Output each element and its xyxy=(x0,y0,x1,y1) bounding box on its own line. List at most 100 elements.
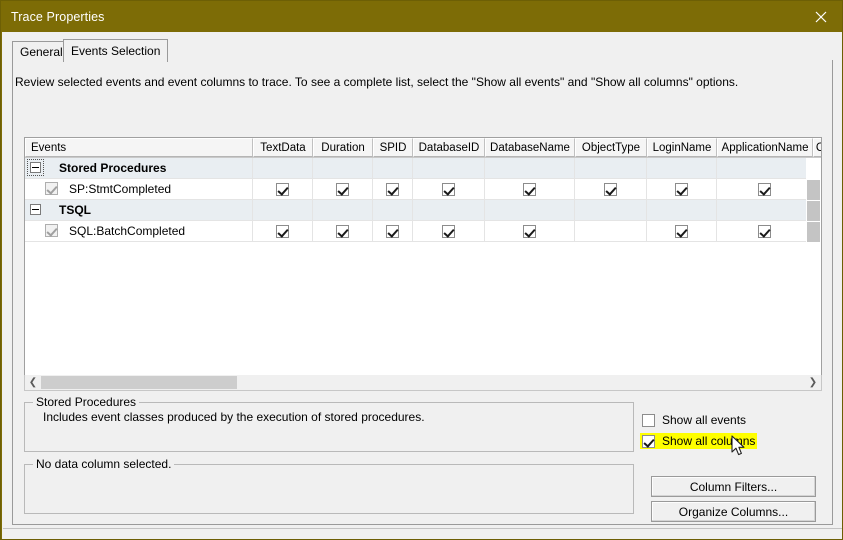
events-grid[interactable]: Events TextData Duration SPID DatabaseID Data… xyxy=(24,137,822,389)
event-group-label: Stored Procedures xyxy=(59,161,167,175)
column-header-label: TextData xyxy=(260,141,306,154)
event-column-cell[interactable] xyxy=(575,200,647,220)
close-icon[interactable] xyxy=(798,1,842,32)
column-selected-checkbox[interactable] xyxy=(276,182,289,196)
column-selected-checkbox[interactable] xyxy=(523,224,536,238)
events-grid-header: Events TextData Duration SPID DatabaseID Data… xyxy=(25,138,821,158)
column-selected-checkbox[interactable] xyxy=(386,224,399,238)
event-column-cell[interactable] xyxy=(717,179,813,199)
column-header-c[interactable]: C xyxy=(813,138,821,157)
show-all-events-option[interactable]: Show all events xyxy=(642,413,746,427)
events-grid-horizontal-scrollbar[interactable]: ❮ ❯ xyxy=(24,375,822,391)
event-column-cell[interactable] xyxy=(485,158,575,178)
column-header-databaseid[interactable]: DatabaseID xyxy=(413,138,485,157)
events-grid-vertical-scrollbar[interactable] xyxy=(806,158,821,369)
event-column-cell[interactable] xyxy=(575,221,647,241)
event-column-cell[interactable] xyxy=(647,179,717,199)
column-header-events[interactable]: Events xyxy=(25,138,253,157)
column-selected-checkbox[interactable] xyxy=(523,182,536,196)
column-selected-checkbox[interactable] xyxy=(675,224,688,238)
event-column-cell[interactable] xyxy=(647,221,717,241)
event-column-cell[interactable] xyxy=(717,221,813,241)
vscroll-thumb[interactable] xyxy=(807,180,820,200)
column-selected-checkbox[interactable] xyxy=(336,182,349,196)
event-enabled-checkbox[interactable] xyxy=(45,182,58,195)
event-column-cell[interactable] xyxy=(485,179,575,199)
show-all-columns-label: Show all columns xyxy=(662,434,756,448)
event-column-cell[interactable] xyxy=(373,221,413,241)
tab-general[interactable]: General xyxy=(12,41,71,61)
show-all-columns-option[interactable]: Show all columns xyxy=(640,433,758,449)
chevron-right-icon[interactable]: ❯ xyxy=(805,375,821,389)
tab-events-selection-label: Events Selection xyxy=(71,44,161,58)
column-header-loginname[interactable]: LoginName xyxy=(647,138,717,157)
column-header-label: SPID xyxy=(379,141,407,154)
organize-columns-label: Organize Columns... xyxy=(678,504,789,519)
event-column-cell[interactable] xyxy=(647,200,717,220)
vscroll-thumb[interactable] xyxy=(807,201,820,221)
event-column-cell[interactable] xyxy=(717,200,813,220)
column-header-label: Duration xyxy=(321,141,365,154)
dialog-client-area: General Events Selection Review selected… xyxy=(2,32,842,539)
event-column-cell[interactable] xyxy=(413,179,485,199)
title-bar[interactable]: Trace Properties xyxy=(1,1,842,32)
column-selected-checkbox[interactable] xyxy=(758,182,771,196)
event-column-cell[interactable] xyxy=(373,158,413,178)
event-column-cell[interactable] xyxy=(373,179,413,199)
chevron-left-icon[interactable]: ❮ xyxy=(25,375,41,389)
column-filters-label: Column Filters... xyxy=(689,479,778,494)
column-selected-checkbox[interactable] xyxy=(758,224,771,238)
event-name-cell[interactable]: TSQL xyxy=(25,200,253,220)
event-enabled-checkbox[interactable] xyxy=(45,224,58,237)
event-column-cell[interactable] xyxy=(253,221,313,241)
column-selected-checkbox[interactable] xyxy=(675,182,688,196)
show-all-events-checkbox[interactable] xyxy=(642,413,655,427)
show-all-columns-checkbox[interactable] xyxy=(642,434,655,448)
event-row[interactable]: SQL:BatchCompleted xyxy=(25,221,821,242)
event-column-cell[interactable] xyxy=(485,221,575,241)
event-column-cell[interactable] xyxy=(485,200,575,220)
event-name-cell[interactable]: Stored Procedures xyxy=(25,158,253,178)
vscroll-thumb[interactable] xyxy=(807,222,820,242)
column-header-applicationname[interactable]: ApplicationName xyxy=(717,138,813,157)
event-column-cell[interactable] xyxy=(313,200,373,220)
event-name-cell[interactable]: SP:StmtCompleted xyxy=(25,179,253,199)
expand-collapse-icon[interactable] xyxy=(30,162,41,173)
event-name-cell[interactable]: SQL:BatchCompleted xyxy=(25,221,253,241)
column-filters-button[interactable]: Column Filters... xyxy=(651,476,816,497)
column-header-spid[interactable]: SPID xyxy=(373,138,413,157)
column-selected-checkbox[interactable] xyxy=(276,224,289,238)
column-selected-checkbox[interactable] xyxy=(442,182,455,196)
column-selected-checkbox[interactable] xyxy=(386,182,399,196)
event-column-cell[interactable] xyxy=(413,221,485,241)
organize-columns-button[interactable]: Organize Columns... xyxy=(651,501,816,522)
event-column-cell[interactable] xyxy=(373,200,413,220)
expand-collapse-icon[interactable] xyxy=(30,204,41,215)
event-column-cell[interactable] xyxy=(313,158,373,178)
event-column-cell[interactable] xyxy=(253,200,313,220)
event-column-cell[interactable] xyxy=(253,158,313,178)
column-selected-checkbox[interactable] xyxy=(604,182,617,196)
column-header-objecttype[interactable]: ObjectType xyxy=(575,138,647,157)
column-selected-checkbox[interactable] xyxy=(336,224,349,238)
column-header-textdata[interactable]: TextData xyxy=(253,138,313,157)
event-column-cell[interactable] xyxy=(717,158,813,178)
column-description-title: No data column selected. xyxy=(33,457,175,471)
event-row[interactable]: SP:StmtCompleted xyxy=(25,179,821,200)
event-column-cell[interactable] xyxy=(413,200,485,220)
event-column-cell[interactable] xyxy=(313,179,373,199)
event-group-row[interactable]: Stored Procedures xyxy=(25,158,821,179)
event-column-cell[interactable] xyxy=(413,158,485,178)
event-column-cell[interactable] xyxy=(647,158,717,178)
event-column-cell[interactable] xyxy=(313,221,373,241)
tab-events-selection[interactable]: Events Selection xyxy=(63,39,169,62)
event-group-row[interactable]: TSQL xyxy=(25,200,821,221)
event-column-cell[interactable] xyxy=(575,179,647,199)
column-selected-checkbox[interactable] xyxy=(442,224,455,238)
event-column-cell[interactable] xyxy=(575,158,647,178)
column-header-databasename[interactable]: DatabaseName xyxy=(485,138,575,157)
event-column-cell[interactable] xyxy=(253,179,313,199)
hscroll-thumb[interactable] xyxy=(41,376,237,389)
column-header-duration[interactable]: Duration xyxy=(313,138,373,157)
events-grid-body: Stored Procedures SP:StmtCompleted TSQL SQL… xyxy=(25,158,821,369)
